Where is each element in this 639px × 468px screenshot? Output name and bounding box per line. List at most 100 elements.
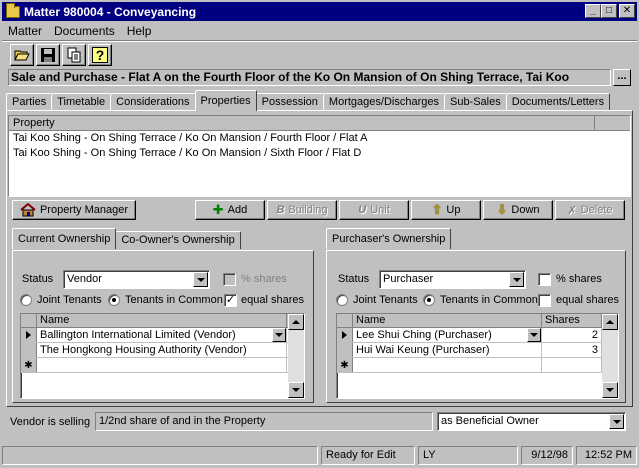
help-button[interactable]: ? bbox=[88, 44, 112, 66]
window-controls: _ □ ✕ bbox=[585, 4, 635, 18]
save-icon bbox=[41, 48, 55, 62]
current-grid-scrollbar[interactable] bbox=[288, 314, 304, 398]
unit-button[interactable]: U Unit bbox=[339, 200, 409, 220]
tab-parties[interactable]: Parties bbox=[6, 93, 53, 111]
add-button[interactable]: ✚ Add bbox=[195, 200, 265, 220]
new-row[interactable]: ✱ bbox=[337, 358, 618, 373]
chevron-down-icon[interactable] bbox=[527, 328, 541, 342]
chevron-down-icon[interactable] bbox=[609, 414, 624, 429]
chevron-down-icon[interactable] bbox=[509, 272, 524, 287]
status-state: Ready for Edit bbox=[321, 446, 415, 465]
purchaser-equal-shares-checkbox[interactable] bbox=[538, 294, 551, 307]
menu-matter[interactable]: Matter bbox=[2, 24, 48, 38]
add-label: Add bbox=[227, 204, 248, 216]
current-pct-shares-checkbox[interactable] bbox=[223, 273, 236, 286]
delete-button[interactable]: ✗ Delete bbox=[555, 200, 625, 220]
purchaser-name-cell[interactable]: Lee Shui Ching (Purchaser) bbox=[353, 328, 542, 342]
purchaser-shares-cell[interactable]: 3 bbox=[542, 343, 602, 357]
owner-name-cell[interactable]: The Hongkong Housing Authority (Vendor) bbox=[37, 343, 287, 357]
down-button[interactable]: ⇩ Down bbox=[483, 200, 553, 220]
building-icon: B bbox=[276, 204, 285, 216]
owner-name-cell[interactable]: Ballington International Limited (Vendor… bbox=[37, 328, 287, 342]
current-equal-shares-checkbox[interactable]: ✓ bbox=[224, 294, 237, 307]
maximize-button[interactable]: □ bbox=[601, 4, 617, 18]
tab-sub-sales[interactable]: Sub-Sales bbox=[443, 93, 507, 111]
current-tenants-in-common-radio[interactable] bbox=[108, 294, 120, 306]
delete-icon: ✗ bbox=[567, 204, 577, 217]
purchaser-joint-tenants-label: Joint Tenants bbox=[353, 294, 418, 306]
property-column-header[interactable]: Property bbox=[9, 116, 595, 130]
building-label: Building bbox=[288, 204, 328, 216]
status-user: LY bbox=[418, 446, 518, 465]
menu-help[interactable]: Help bbox=[121, 24, 158, 38]
purchaser-tenants-in-common-radio[interactable] bbox=[423, 294, 435, 306]
capacity-select[interactable]: as Beneficial Owner bbox=[437, 412, 626, 431]
up-button[interactable]: ⇧ Up bbox=[411, 200, 481, 220]
current-pct-shares-label: % shares bbox=[241, 273, 287, 285]
purchaser-pct-shares-checkbox[interactable] bbox=[538, 273, 551, 286]
vendor-selling-share: 1/2nd share of and in the Property bbox=[95, 412, 433, 431]
open-button[interactable] bbox=[10, 44, 34, 66]
menu-documents[interactable]: Documents bbox=[48, 24, 121, 38]
purchasers-grid[interactable]: Name Shares Lee Shui Ching (Purchaser) 2… bbox=[336, 313, 619, 399]
table-row[interactable]: Hui Wai Keung (Purchaser) 3 bbox=[337, 343, 618, 358]
tab-timetable[interactable]: Timetable bbox=[51, 93, 112, 111]
current-tenants-in-common-label: Tenants in Common bbox=[125, 294, 223, 306]
tab-current-ownership[interactable]: Current Ownership bbox=[12, 228, 117, 249]
table-row[interactable]: The Hongkong Housing Authority (Vendor) bbox=[21, 343, 304, 358]
help-icon: ? bbox=[91, 47, 109, 63]
copy-button[interactable] bbox=[62, 44, 86, 66]
current-joint-tenants-radio[interactable] bbox=[20, 294, 32, 306]
house-icon bbox=[20, 203, 36, 217]
status-date: 9/12/98 bbox=[521, 446, 573, 465]
chevron-down-icon[interactable] bbox=[272, 328, 286, 342]
menu-bar: Matter Documents Help bbox=[2, 22, 157, 40]
tab-properties[interactable]: Properties bbox=[194, 90, 257, 111]
matter-details-button[interactable]: ... bbox=[613, 69, 631, 86]
current-owners-grid[interactable]: Name Ballington International Limited (V… bbox=[20, 313, 305, 399]
purchaser-joint-tenants-radio[interactable] bbox=[336, 294, 348, 306]
purchaser-shares-cell[interactable]: 2 bbox=[542, 328, 602, 342]
ownership-tabs: Current Ownership Co-Owner's Ownership bbox=[12, 228, 241, 249]
current-status-select[interactable]: Vendor bbox=[63, 270, 210, 289]
scroll-up-button[interactable] bbox=[288, 314, 304, 330]
tab-possession[interactable]: Possession bbox=[255, 93, 324, 111]
tab-documents-letters[interactable]: Documents/Letters bbox=[505, 93, 611, 111]
tab-purchasers-ownership[interactable]: Purchaser's Ownership bbox=[326, 228, 452, 249]
close-button[interactable]: ✕ bbox=[619, 4, 635, 18]
building-button[interactable]: B Building bbox=[267, 200, 337, 220]
property-row[interactable]: Tai Koo Shing - On Shing Terrace / Ko On… bbox=[9, 146, 630, 161]
scroll-up-button[interactable] bbox=[602, 314, 618, 330]
title-bar: Matter 980004 - Conveyancing _ □ ✕ bbox=[2, 2, 637, 21]
vendor-selling-label: Vendor is selling bbox=[10, 416, 91, 428]
property-row[interactable]: Tai Koo Shing - On Shing Terrace / Ko On… bbox=[9, 131, 630, 146]
table-row[interactable]: Ballington International Limited (Vendor… bbox=[21, 328, 304, 343]
purchaser-equal-shares-label: equal shares bbox=[556, 294, 619, 306]
chevron-down-icon[interactable] bbox=[193, 272, 208, 287]
save-button[interactable] bbox=[36, 44, 60, 66]
tab-considerations[interactable]: Considerations bbox=[110, 93, 196, 111]
property-list[interactable]: Property Tai Koo Shing - On Shing Terrac… bbox=[8, 115, 631, 197]
tab-co-owners-ownership[interactable]: Co-Owner's Ownership bbox=[115, 231, 241, 249]
scroll-down-button[interactable] bbox=[602, 382, 618, 398]
minimize-button[interactable]: _ bbox=[585, 4, 601, 18]
arrow-down-icon: ⇩ bbox=[496, 202, 508, 217]
copy-icon bbox=[67, 47, 81, 63]
purchaser-status-select[interactable]: Purchaser bbox=[379, 270, 526, 289]
toolbar: ? bbox=[10, 44, 114, 66]
current-equal-shares-label: equal shares bbox=[241, 294, 304, 306]
table-row[interactable]: Lee Shui Ching (Purchaser) 2 bbox=[337, 328, 618, 343]
purchasers-grid-scrollbar[interactable] bbox=[602, 314, 618, 398]
purchaser-name-cell[interactable]: Hui Wai Keung (Purchaser) bbox=[353, 343, 542, 357]
scroll-down-button[interactable] bbox=[288, 382, 304, 398]
tab-mortgages-discharges[interactable]: Mortgages/Discharges bbox=[322, 93, 445, 111]
shares-column-header[interactable]: Shares bbox=[542, 314, 602, 327]
purchasers-grid-header: Name Shares bbox=[337, 314, 618, 328]
capacity-value: as Beneficial Owner bbox=[441, 415, 539, 427]
property-manager-button[interactable]: Property Manager bbox=[12, 200, 136, 220]
purchaser-tabs: Purchaser's Ownership bbox=[326, 228, 452, 249]
new-row[interactable]: ✱ bbox=[21, 358, 304, 373]
purchaser-tenants-in-common-label: Tenants in Common bbox=[440, 294, 538, 306]
name-column-header[interactable]: Name bbox=[353, 314, 542, 327]
name-column-header[interactable]: Name bbox=[37, 314, 287, 327]
